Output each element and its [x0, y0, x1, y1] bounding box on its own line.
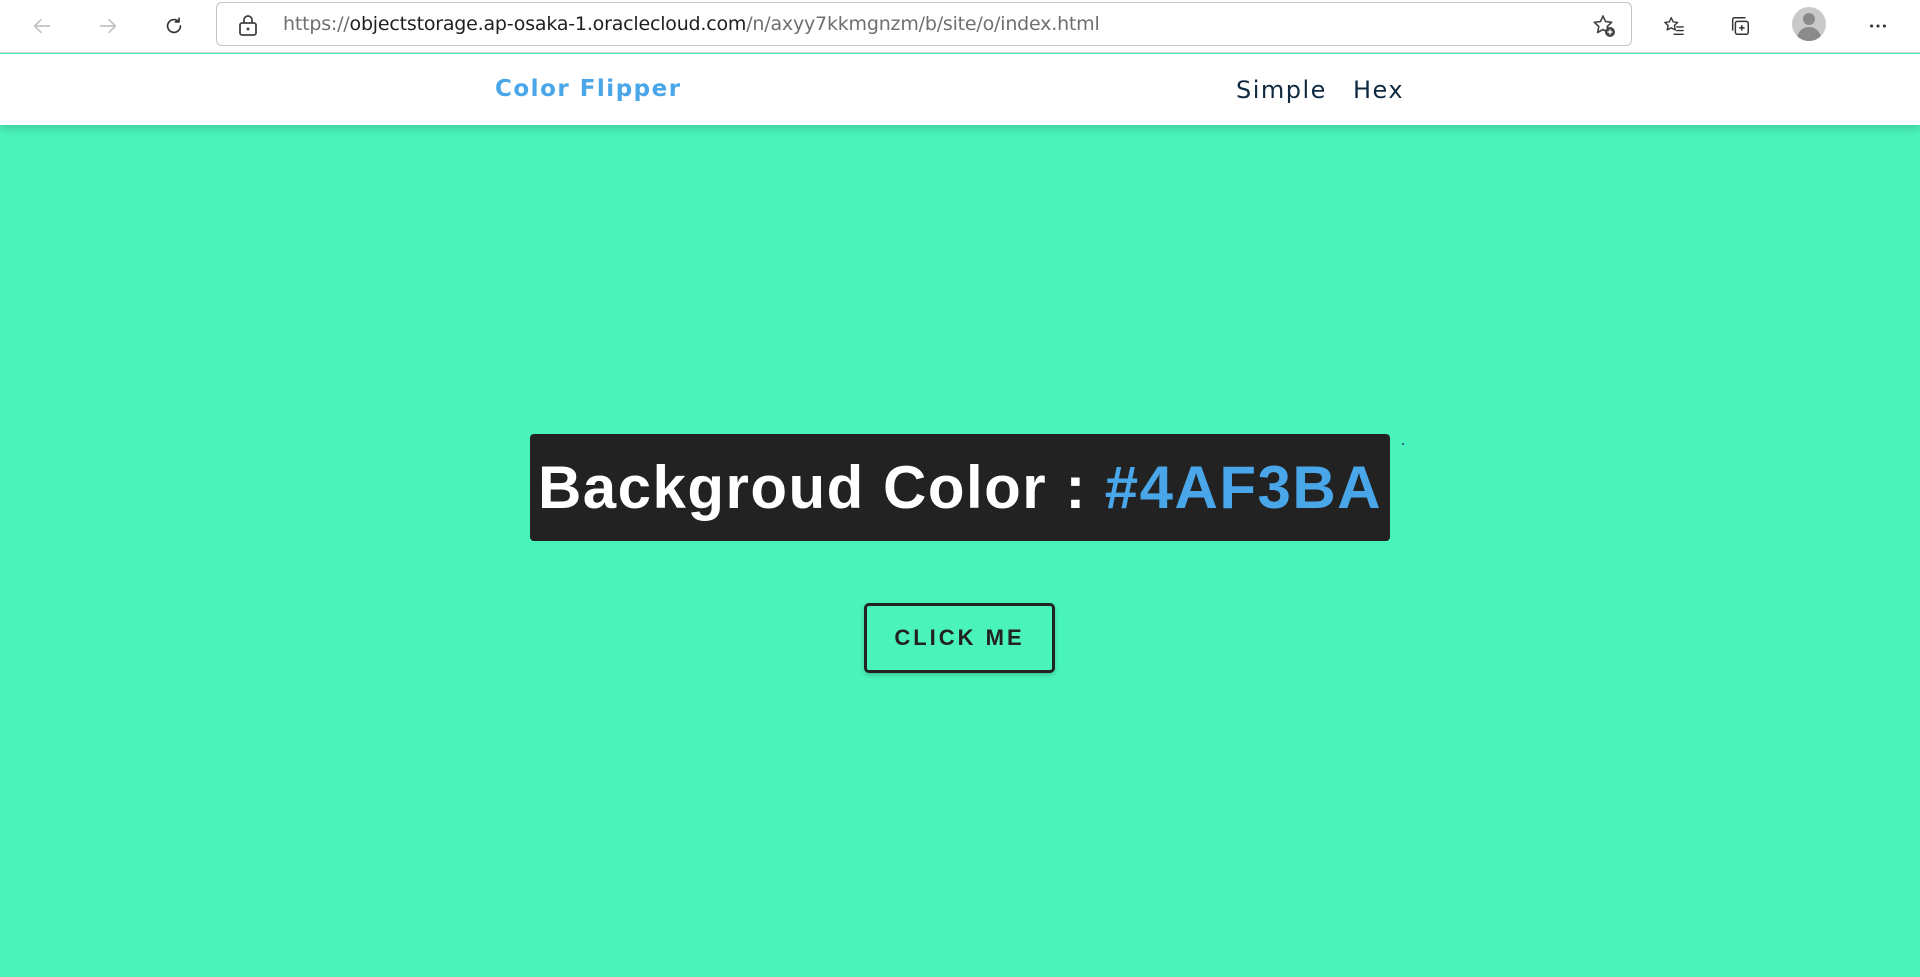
- nav-link-hex[interactable]: Hex: [1353, 54, 1404, 125]
- site-navbar: Color Flipper Simple Hex: [0, 54, 1920, 125]
- url-path: /n/axyy7kkmgnzm/b/site/o/index.html: [746, 13, 1100, 35]
- favorites-button[interactable]: [1654, 6, 1694, 46]
- address-bar[interactable]: https://objectstorage.ap-osaka-1.oraclec…: [216, 2, 1632, 46]
- refresh-icon: [166, 17, 182, 34]
- more-options-icon: [1870, 24, 1886, 28]
- add-favorite-icon[interactable]: [1591, 13, 1617, 39]
- refresh-button[interactable]: [154, 6, 194, 46]
- forward-arrow-icon: [99, 18, 117, 34]
- url-text: https://objectstorage.ap-osaka-1.oraclec…: [283, 3, 1100, 45]
- url-prefix: https://: [283, 13, 350, 35]
- collections-icon: [1731, 17, 1749, 35]
- lock-icon[interactable]: [237, 13, 259, 37]
- collections-button[interactable]: [1720, 6, 1760, 46]
- back-button[interactable]: [22, 6, 62, 46]
- click-me-button[interactable]: CLICK ME: [864, 603, 1055, 673]
- back-arrow-icon: [33, 18, 51, 34]
- forward-button[interactable]: [88, 6, 128, 46]
- browser-toolbar: https://objectstorage.ap-osaka-1.oraclec…: [0, 0, 1920, 53]
- nav-links: Simple Hex: [1236, 54, 1404, 125]
- color-value: #4AF3BA: [1104, 454, 1383, 521]
- stray-dot: [1402, 443, 1404, 445]
- nav-link-simple[interactable]: Simple: [1236, 54, 1327, 125]
- profile-avatar-icon[interactable]: [1792, 7, 1826, 41]
- favorites-icon: [1664, 17, 1684, 35]
- more-options-button[interactable]: [1858, 6, 1898, 46]
- color-label: Backgroud Color :: [537, 454, 1087, 521]
- url-domain: objectstorage.ap-osaka-1.oraclecloud.com: [349, 13, 747, 35]
- brand-logo: Color Flipper: [495, 76, 682, 102]
- color-display: Backgroud Color : #4AF3BA: [530, 434, 1390, 541]
